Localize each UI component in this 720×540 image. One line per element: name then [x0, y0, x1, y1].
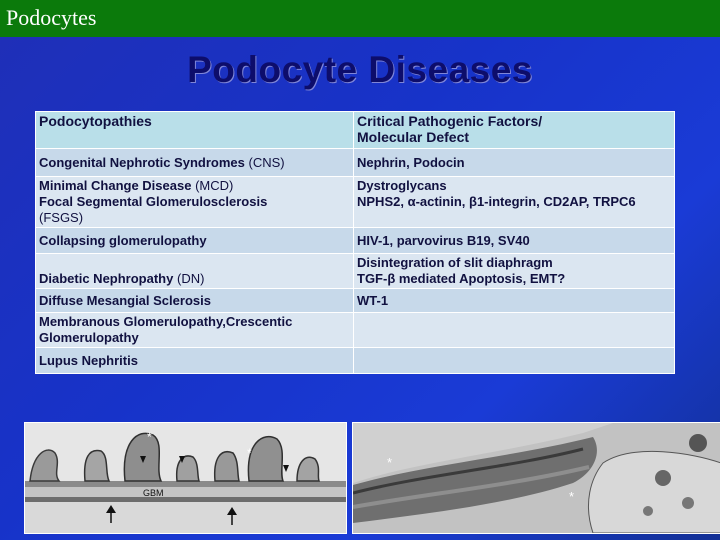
factor-cell: HIV-1, parvovirus B19, SV40	[353, 227, 675, 254]
slide-title: Podocyte Diseases	[187, 49, 533, 90]
micrograph-capillary-wall: * *	[352, 422, 720, 534]
asterisk-marker: *	[147, 430, 152, 444]
asterisk-marker: *	[387, 455, 392, 470]
asterisk-marker: *	[247, 446, 252, 460]
disease-cell: Diffuse Mesangial Sclerosis	[35, 288, 354, 313]
factor-cell	[353, 312, 675, 348]
table-row: Membranous Glomerulopathy,Crescentic Glo…	[35, 312, 675, 348]
banner-title: Podocytes	[6, 5, 97, 30]
table-row: Congenital Nephrotic Syndromes (CNS) Nep…	[35, 148, 675, 177]
disease-cell: Diabetic Nephropathy (DN)	[35, 253, 354, 289]
table-row: Minimal Change Disease (MCD) Focal Segme…	[35, 176, 675, 228]
factor-cell: Disintegration of slit diaphragm TGF-β m…	[353, 253, 675, 289]
table-header-row: Podocytopathies Critical Pathogenic Fact…	[35, 111, 675, 149]
gbm-label: GBM	[143, 488, 164, 498]
micrograph-left-image: * * GBM	[25, 423, 346, 533]
factor-cell: Dystroglycans NPHS2, α-actinin, β1-integ…	[353, 176, 675, 228]
table-row: Diabetic Nephropathy (DN) Disintegration…	[35, 253, 675, 289]
diseases-table: Podocytopathies Critical Pathogenic Fact…	[35, 111, 675, 374]
disease-cell: Membranous Glomerulopathy,Crescentic Glo…	[35, 312, 354, 348]
disease-cell: Lupus Nephritis	[35, 347, 354, 374]
micrograph-podocyte-foot-processes: * * GBM	[24, 422, 347, 534]
factor-cell	[353, 347, 675, 374]
table-row: Diffuse Mesangial Sclerosis WT-1	[35, 288, 675, 313]
factor-cell: WT-1	[353, 288, 675, 313]
slide: Podocyte Diseases Podocytopathies Critic…	[0, 37, 720, 540]
header-podocytopathies: Podocytopathies	[35, 111, 354, 149]
disease-cell: Collapsing glomerulopathy	[35, 227, 354, 254]
table-row: Collapsing glomerulopathy HIV-1, parvovi…	[35, 227, 675, 254]
top-banner: Podocytes	[0, 0, 720, 37]
asterisk-marker: *	[569, 489, 574, 504]
table-row: Lupus Nephritis	[35, 347, 675, 374]
factor-cell: Nephrin, Podocin	[353, 148, 675, 177]
header-pathogenic-factors: Critical Pathogenic Factors/ Molecular D…	[353, 111, 675, 149]
disease-cell: Minimal Change Disease (MCD) Focal Segme…	[35, 176, 354, 228]
disease-cell: Congenital Nephrotic Syndromes (CNS)	[35, 148, 354, 177]
micrograph-right-image: * *	[353, 423, 720, 533]
